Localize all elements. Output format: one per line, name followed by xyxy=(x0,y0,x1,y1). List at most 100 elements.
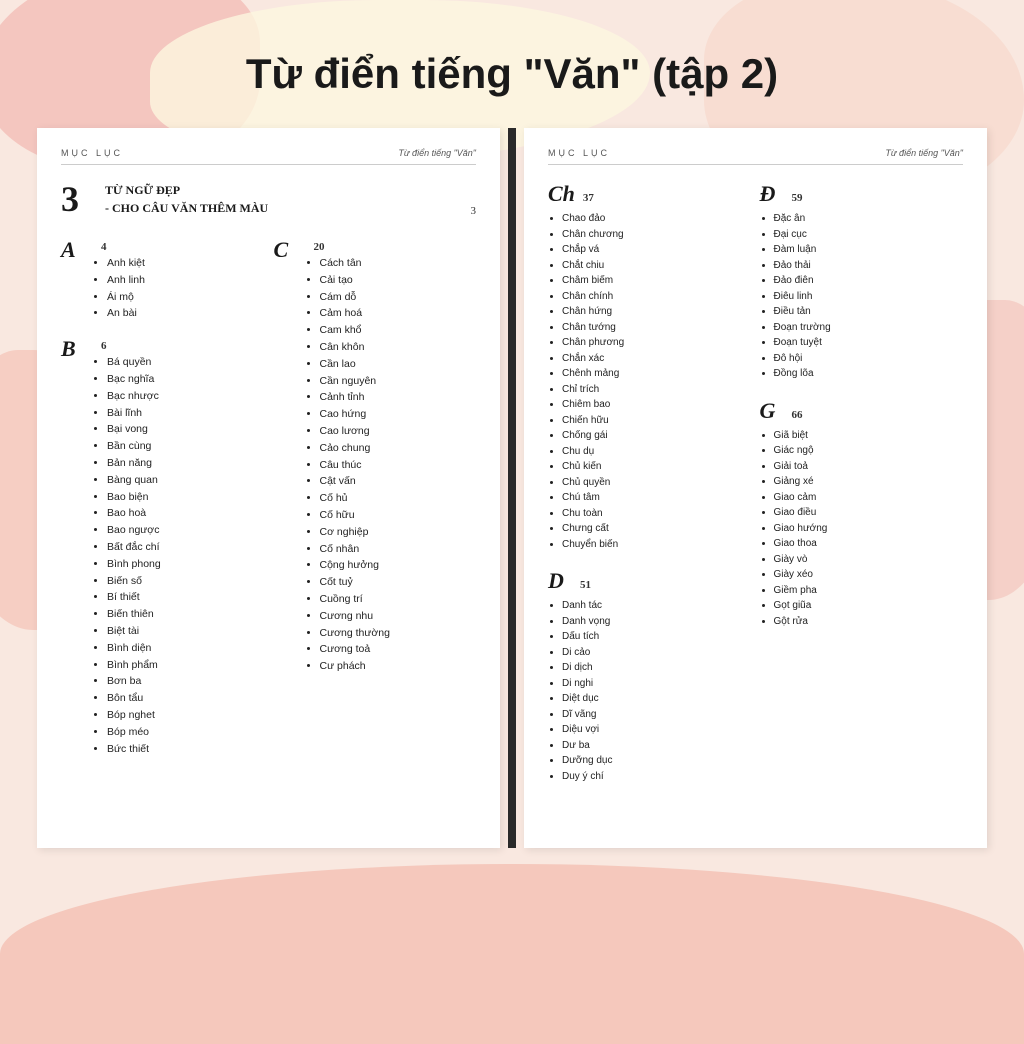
list-item: Bình diện xyxy=(107,640,264,657)
list-item: Giác ngộ xyxy=(774,443,964,459)
list-item: Chân phương xyxy=(562,335,752,351)
section-text: TỪ NGỮ ĐẸP - CHO CÂU VĂN THÊM MÀU xyxy=(105,181,268,217)
two-col-content: A 4 Anh kiệt Anh linh Ái mộ An bài xyxy=(61,237,476,757)
list-item: Cơ nghiệp xyxy=(320,524,477,541)
list-item: Cuồng trí xyxy=(320,591,477,608)
list-item: Dĩ vãng xyxy=(562,707,752,723)
g-pagenum: 66 xyxy=(792,409,803,421)
list-item: Diệt dục xyxy=(562,691,752,707)
list-item: Bao biện xyxy=(107,489,264,506)
letter-B-items: 6 Bá quyền Bạc nghĩa Bạc nhược Bài lĩnh … xyxy=(89,336,264,757)
letter-C-pagenum: 20 xyxy=(314,241,325,253)
list-item: Đoạn tuyệt xyxy=(774,335,964,351)
list-item: Cần lao xyxy=(320,356,477,373)
list-item: Bao hoà xyxy=(107,505,264,522)
list-item: Gột rửa xyxy=(774,614,964,630)
list-item: Bí thiết xyxy=(107,589,264,606)
left-header-right: Từ điển tiếng "Văn" xyxy=(398,148,476,158)
list-item: Cố nhân xyxy=(320,541,477,558)
list-item: Di cảo xyxy=(562,645,752,661)
col1: A 4 Anh kiệt Anh linh Ái mộ An bài xyxy=(61,237,264,757)
list-item: Cao lương xyxy=(320,423,477,440)
list-item: Diệu vợi xyxy=(562,722,752,738)
list-item: Di dịch xyxy=(562,660,752,676)
list-item: Bá quyền xyxy=(107,354,264,371)
list-item: Bạc nhược xyxy=(107,388,264,405)
letter-C: C xyxy=(274,237,302,263)
list-item: Bài lĩnh xyxy=(107,405,264,422)
list-item: Chiêm bao xyxy=(562,397,752,413)
d-section2: Đ 59 Đặc ân Đại cục Đàm luận Đảo thải Đả… xyxy=(760,181,964,382)
list-item: Chủ quyền xyxy=(562,475,752,491)
list-item: Cao hứng xyxy=(320,406,477,423)
pages-container: MỤC LỤC Từ điển tiếng "Văn" 3 TỪ NGỮ ĐẸP… xyxy=(37,128,987,848)
letter-C-section: C 20 Cách tân Cải tạo Cám dỗ Cảm hoá Cam… xyxy=(274,237,477,675)
g-items: Giã biệt Giác ngộ Giải toả Giảng xé Giao… xyxy=(760,428,964,630)
list-item: Cật vấn xyxy=(320,473,477,490)
list-item: Chân chương xyxy=(562,227,752,243)
list-item: Bôn tẩu xyxy=(107,690,264,707)
list-item: Bóp méo xyxy=(107,724,264,741)
list-item: Chân chính xyxy=(562,289,752,305)
list-item: Câu thúc xyxy=(320,457,477,474)
list-item: Cân khôn xyxy=(320,339,477,356)
list-item: Bàng quan xyxy=(107,472,264,489)
list-item: Cảo chung xyxy=(320,440,477,457)
list-item: Cám dỗ xyxy=(320,289,477,306)
d1-items: Danh tác Danh vọng Dấu tích Di cảo Di dị… xyxy=(548,598,752,784)
list-item: Giao hướng xyxy=(774,521,964,537)
left-page-header: MỤC LỤC Từ điển tiếng "Văn" xyxy=(61,148,476,165)
list-item: Giày vò xyxy=(774,552,964,568)
ch-items: Chao đảo Chân chương Chắp vá Chắt chiu C… xyxy=(548,211,752,552)
list-item: Bao ngược xyxy=(107,522,264,539)
list-item: Đàm luận xyxy=(774,242,964,258)
d1-label: D xyxy=(548,568,572,594)
list-item: Đại cục xyxy=(774,227,964,243)
section-page-num: 3 xyxy=(471,205,477,217)
list-item: Cốt tuỷ xyxy=(320,574,477,591)
list-item: Bần cùng xyxy=(107,438,264,455)
list-item: Bình phong xyxy=(107,556,264,573)
left-page: MỤC LỤC Từ điển tiếng "Văn" 3 TỪ NGỮ ĐẸP… xyxy=(37,128,500,848)
right-page-header: MỤC LỤC Từ điển tiếng "Văn" xyxy=(548,148,963,165)
section-number: 3 xyxy=(61,181,91,217)
list-item: Cương nhu xyxy=(320,608,477,625)
list-item: Bạc nghĩa xyxy=(107,371,264,388)
list-item: Chênh mảng xyxy=(562,366,752,382)
list-item: Đồng lõa xyxy=(774,366,964,382)
col2: C 20 Cách tân Cải tạo Cám dỗ Cảm hoá Cam… xyxy=(274,237,477,757)
letter-A-section: A 4 Anh kiệt Anh linh Ái mộ An bài xyxy=(61,237,264,322)
list-item: Chống gái xyxy=(562,428,752,444)
letter-B-pagenum: 6 xyxy=(101,340,107,352)
list-item: Giày xéo xyxy=(774,567,964,583)
list-item: Đoạn trường xyxy=(774,320,964,336)
list-item: Bản năng xyxy=(107,455,264,472)
letter-C-items: 20 Cách tân Cải tạo Cám dỗ Cảm hoá Cam k… xyxy=(302,237,477,675)
list-item: Giao cảm xyxy=(774,490,964,506)
list-item: Cư phách xyxy=(320,658,477,675)
list-item: Đô hội xyxy=(774,351,964,367)
list-item: Bất đắc chí xyxy=(107,539,264,556)
page-title: Từ điển tiếng "Văn" (tập 2) xyxy=(246,50,778,98)
list-item: Chỉ trích xyxy=(562,382,752,398)
list-item: Dư ba xyxy=(562,738,752,754)
list-item: Giảng xé xyxy=(774,474,964,490)
left-header-left: MỤC LỤC xyxy=(61,148,123,158)
list-item: Cảm hoá xyxy=(320,305,477,322)
list-item: Biến thiên xyxy=(107,606,264,623)
list-item: Cố hủ xyxy=(320,490,477,507)
list-item: Giềm pha xyxy=(774,583,964,599)
letter-C-list: Cách tân Cải tạo Cám dỗ Cảm hoá Cam khổ … xyxy=(306,255,477,675)
list-item: Bóp nghet xyxy=(107,707,264,724)
list-item: Chiến hữu xyxy=(562,413,752,429)
list-item: Di nghi xyxy=(562,676,752,692)
list-item: Cộng hưởng xyxy=(320,557,477,574)
list-item: Bình phẩm xyxy=(107,657,264,674)
list-item: Bức thiết xyxy=(107,741,264,758)
d2-pagenum: 59 xyxy=(792,192,803,204)
list-item: Giã biệt xyxy=(774,428,964,444)
main-container: Từ điển tiếng "Văn" (tập 2) MỤC LỤC Từ đ… xyxy=(0,0,1024,878)
list-item: Đảo thải xyxy=(774,258,964,274)
bg-decoration-bottom xyxy=(0,864,1024,1044)
list-item: Danh tác xyxy=(562,598,752,614)
